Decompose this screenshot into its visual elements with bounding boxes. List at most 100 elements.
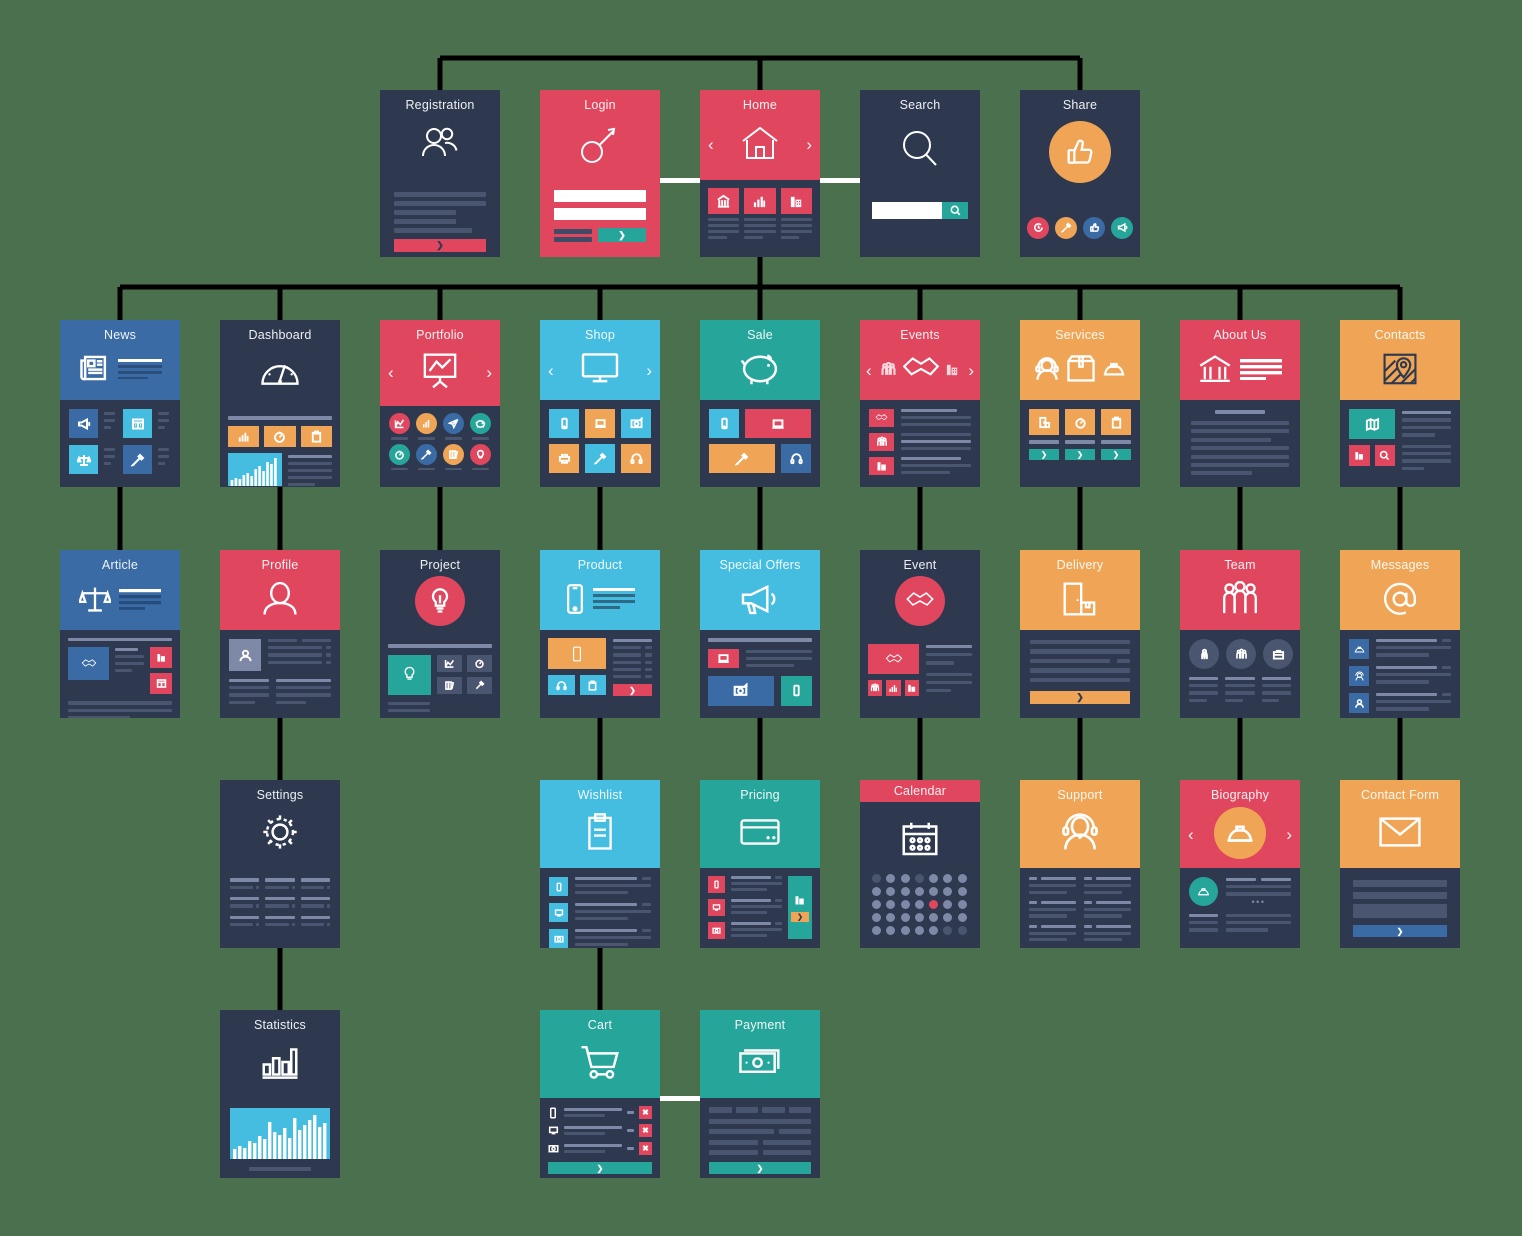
card-share[interactable]: Share: [1020, 90, 1140, 257]
card-portfolio[interactable]: Portfolio ‹ ›: [380, 320, 500, 487]
card-settings[interactable]: Settings: [220, 780, 340, 948]
tile-compass[interactable]: [264, 426, 296, 447]
card-project[interactable]: Project: [380, 550, 500, 718]
circle-compass-icon[interactable]: [389, 443, 410, 465]
card-contact-form[interactable]: Contact Form ❯: [1340, 780, 1460, 948]
card-about-us[interactable]: About Us: [1180, 320, 1300, 487]
tile-pen[interactable]: [585, 444, 615, 473]
tile-monitor[interactable]: [708, 899, 725, 916]
next-arrow-icon[interactable]: ›: [1286, 826, 1292, 843]
tile-clipboard[interactable]: [1101, 409, 1131, 435]
tile-laptop[interactable]: [745, 409, 811, 438]
tile-layout[interactable]: [123, 409, 152, 438]
tile-camera[interactable]: [708, 675, 774, 706]
card-messages[interactable]: Messages: [1340, 550, 1460, 718]
prev-arrow-icon[interactable]: ‹: [1188, 826, 1194, 843]
product-image[interactable]: [548, 638, 606, 669]
tile-phone[interactable]: [549, 877, 568, 896]
service-button-2[interactable]: ❯: [1065, 449, 1095, 460]
tile-scales[interactable]: [69, 445, 98, 474]
tile-headphones[interactable]: [781, 444, 811, 473]
card-shop[interactable]: Shop ‹ ›: [540, 320, 660, 487]
tile-compass[interactable]: [467, 654, 492, 672]
tile-group[interactable]: [869, 433, 894, 451]
tile-compass[interactable]: [1065, 409, 1095, 435]
card-special-offers[interactable]: Special Offers: [700, 550, 820, 718]
tile-headphones[interactable]: [621, 444, 651, 473]
prev-arrow-icon[interactable]: ‹: [866, 362, 872, 379]
form-field-name[interactable]: [1353, 880, 1447, 887]
submit-button[interactable]: ❯: [394, 239, 486, 252]
card-sale[interactable]: Sale: [700, 320, 820, 487]
tile-building[interactable]: [780, 188, 812, 214]
password-input[interactable]: [554, 208, 646, 220]
circle-books-icon[interactable]: [443, 443, 464, 465]
prev-arrow-icon[interactable]: ‹: [388, 364, 394, 381]
card-biography[interactable]: Biography ‹ › •••: [1180, 780, 1300, 948]
team-avatar-2[interactable]: [1226, 639, 1256, 669]
tile-building[interactable]: [869, 457, 894, 475]
social-pen-icon[interactable]: [1055, 216, 1077, 239]
tile-headset[interactable]: [1349, 666, 1369, 686]
card-statistics[interactable]: Statistics: [220, 1010, 340, 1178]
social-thumbs-up-icon[interactable]: [1083, 216, 1105, 239]
next-arrow-icon[interactable]: ›: [806, 136, 812, 153]
event-image[interactable]: [868, 644, 919, 674]
prev-arrow-icon[interactable]: ‹: [708, 136, 714, 153]
card-cart[interactable]: Cart ✖ ✖ ✖ ❯: [540, 1010, 660, 1178]
tile-phone[interactable]: [780, 675, 812, 706]
tile-phone[interactable]: [549, 409, 579, 438]
tile-pen[interactable]: [123, 445, 152, 474]
circle-paper-plane-icon[interactable]: [443, 413, 464, 434]
circle-piggy-bank-icon[interactable]: [470, 413, 491, 434]
team-avatar-3[interactable]: [1263, 639, 1293, 669]
social-megaphone-icon[interactable]: [1111, 216, 1133, 239]
service-button-3[interactable]: ❯: [1101, 449, 1131, 460]
tile-person[interactable]: [1349, 693, 1369, 713]
tile-camera[interactable]: [621, 409, 651, 438]
tile-building[interactable]: [904, 680, 919, 696]
card-calendar[interactable]: Calendar: [860, 780, 980, 948]
circle-chart-icon[interactable]: [389, 413, 410, 434]
card-contacts[interactable]: Contacts: [1340, 320, 1460, 487]
tile-helmet[interactable]: [1349, 639, 1369, 659]
card-profile[interactable]: Profile: [220, 550, 340, 718]
tile-group[interactable]: [868, 680, 883, 696]
form-field-message[interactable]: [1353, 904, 1447, 918]
tile-printer[interactable]: [549, 444, 579, 473]
tile-handshake[interactable]: [869, 409, 894, 427]
login-button[interactable]: ❯: [598, 228, 646, 242]
card-delivery[interactable]: Delivery ❯: [1020, 550, 1140, 718]
tile-building[interactable]: [1349, 445, 1370, 466]
tile-bar-chart[interactable]: [228, 426, 260, 447]
pay-button[interactable]: ❯: [709, 1162, 811, 1174]
card-services[interactable]: Services ❯ ❯ ❯: [1020, 320, 1140, 487]
card-registration[interactable]: Registration ❯: [380, 90, 500, 257]
circle-bulb-icon[interactable]: [470, 443, 491, 465]
checkout-button[interactable]: ❯: [548, 1162, 652, 1174]
article-image[interactable]: [68, 647, 109, 681]
tile-megaphone[interactable]: [69, 409, 98, 438]
card-article[interactable]: Article: [60, 550, 180, 718]
tile-headphones[interactable]: [548, 675, 575, 695]
prev-arrow-icon[interactable]: ‹: [548, 362, 554, 379]
buy-button[interactable]: ❯: [613, 684, 652, 697]
biography-avatar[interactable]: [1189, 877, 1218, 906]
tile-building[interactable]: [150, 647, 172, 669]
card-news[interactable]: News: [60, 320, 180, 487]
tile-clipboard[interactable]: [579, 675, 606, 695]
tile-phone[interactable]: [708, 876, 725, 893]
cart-remove-button[interactable]: ✖: [639, 1124, 652, 1137]
tile-bar-chart[interactable]: [886, 680, 901, 696]
tile-books[interactable]: [437, 676, 462, 694]
circle-pen-icon[interactable]: [416, 443, 437, 465]
card-payment[interactable]: Payment ❯: [700, 1010, 820, 1178]
tile-clipboard[interactable]: [300, 426, 332, 447]
next-arrow-icon[interactable]: ›: [968, 362, 974, 379]
tile-monitor[interactable]: [549, 903, 568, 922]
circle-bar-chart-icon[interactable]: [416, 413, 437, 434]
social-clock-icon[interactable]: [1027, 216, 1049, 239]
tile-phone[interactable]: [709, 409, 739, 438]
tile-chart[interactable]: [437, 654, 462, 672]
card-event[interactable]: Event: [860, 550, 980, 718]
